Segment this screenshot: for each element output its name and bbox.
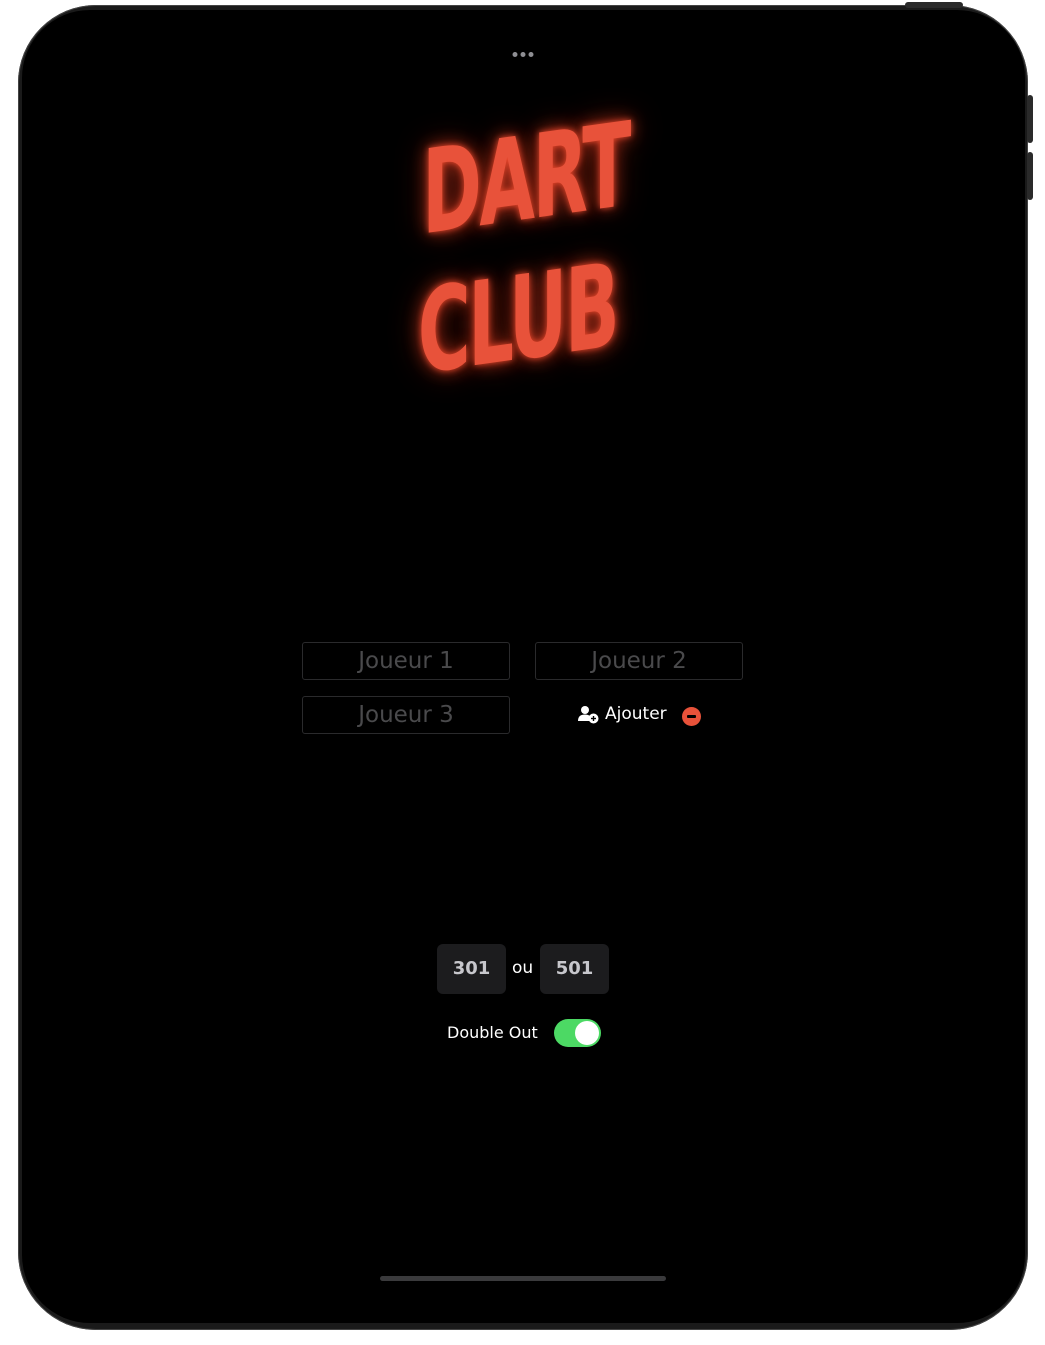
player-2-field[interactable]: Joueur 2 — [535, 642, 743, 680]
add-player-label: Ajouter — [605, 704, 667, 724]
top-button — [905, 2, 963, 8]
app-logo: DART CLUB — [0, 97, 1045, 401]
add-player-button[interactable]: Ajouter — [578, 704, 667, 724]
player-2-placeholder: Joueur 2 — [591, 648, 687, 674]
player-3-placeholder: Joueur 3 — [358, 702, 454, 728]
toggle-knob — [575, 1021, 599, 1045]
player-1-placeholder: Joueur 1 — [358, 648, 454, 674]
multitasking-dots-icon[interactable] — [512, 52, 533, 57]
player-3-field[interactable]: Joueur 3 — [302, 696, 510, 734]
home-indicator[interactable] — [380, 1276, 666, 1281]
mode-501-label: 501 — [555, 958, 594, 979]
double-out-label: Double Out — [447, 1023, 538, 1042]
mode-301-button[interactable]: 301 — [437, 944, 506, 994]
player-1-field[interactable]: Joueur 1 — [302, 642, 510, 680]
mode-501-button[interactable]: 501 — [540, 944, 609, 994]
remove-player-button[interactable] — [682, 707, 701, 726]
person-add-icon — [578, 705, 599, 723]
mode-separator: ou — [512, 958, 534, 978]
double-out-toggle[interactable] — [554, 1019, 601, 1047]
mode-301-label: 301 — [452, 958, 491, 979]
